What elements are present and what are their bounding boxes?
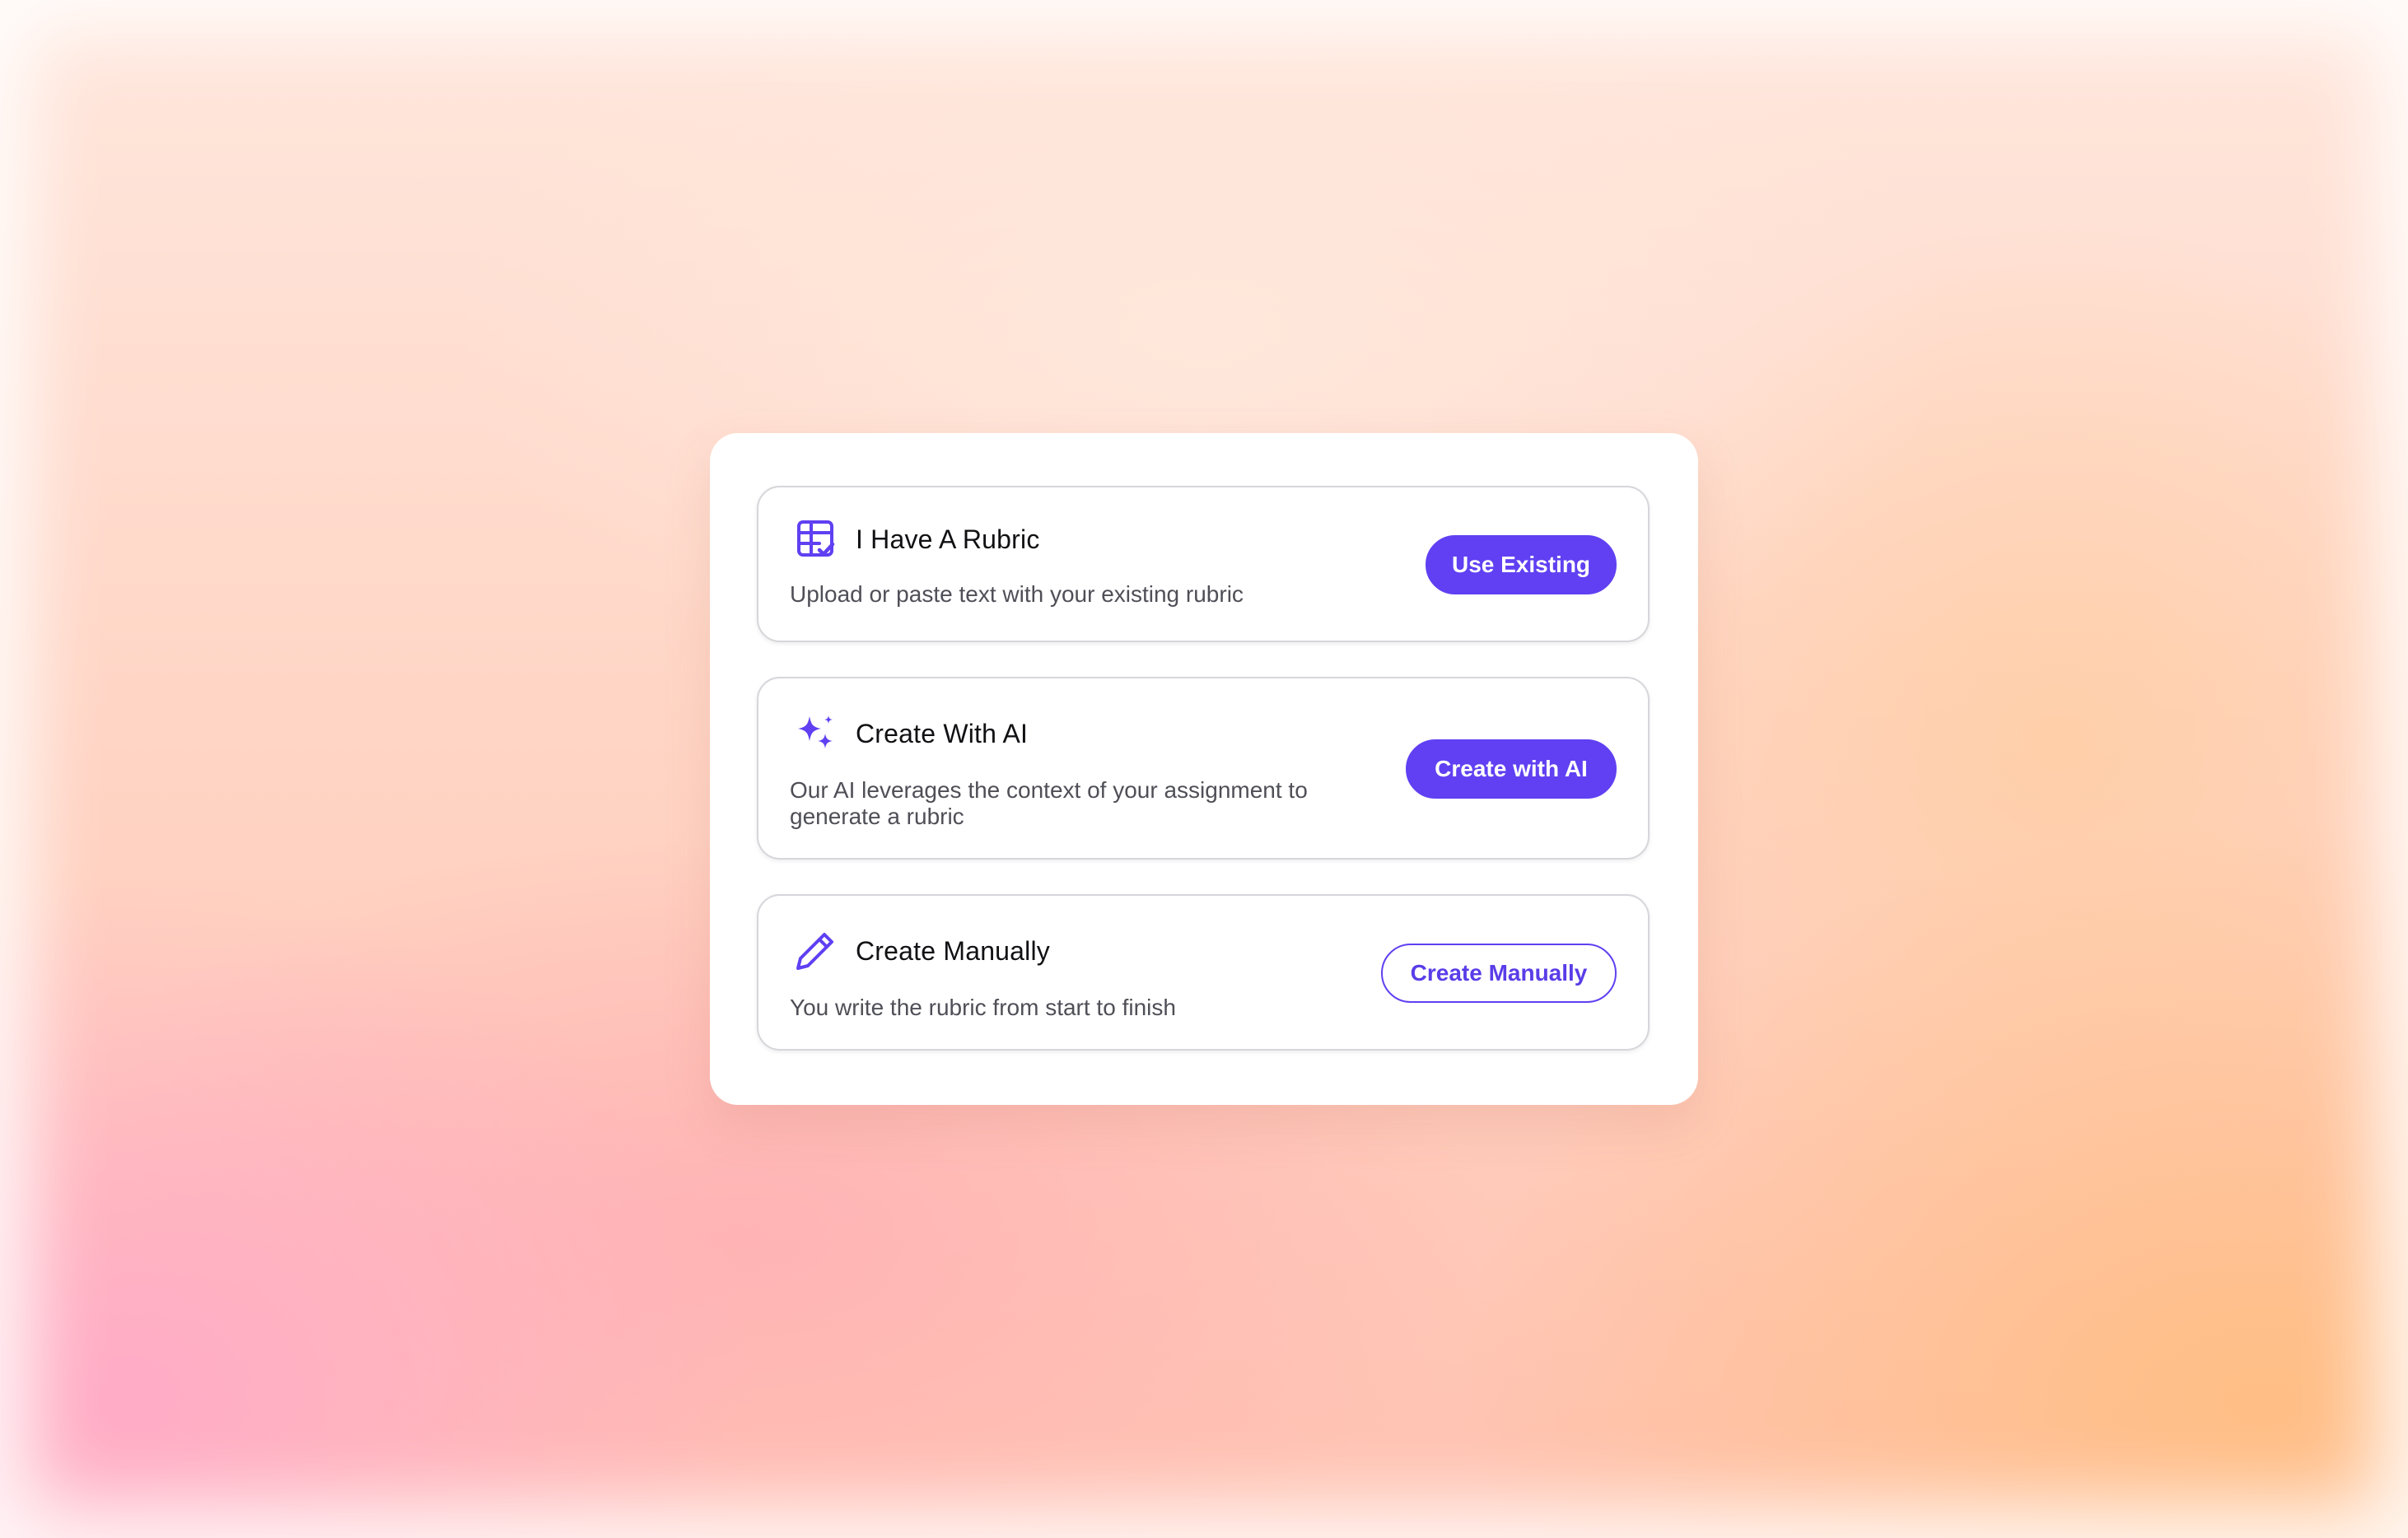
card-description: Our AI leverages the context of your ass… bbox=[790, 777, 1308, 829]
card-title: Create With AI bbox=[856, 718, 1029, 748]
option-card-existing-rubric[interactable]: I Have A Rubric Upload or paste text wit… bbox=[757, 486, 1650, 642]
create-manually-button[interactable]: Create Manually bbox=[1381, 944, 1617, 1003]
option-card-create-manually[interactable]: Create Manually You write the rubric fro… bbox=[757, 894, 1650, 1051]
rubric-checklist-icon bbox=[795, 519, 836, 560]
card-title: I Have A Rubric bbox=[856, 524, 1040, 554]
card-title-row: Create With AI bbox=[795, 713, 1028, 754]
rubric-options-panel: I Have A Rubric Upload or paste text wit… bbox=[710, 433, 1698, 1105]
pencil-icon bbox=[795, 930, 836, 972]
create-with-ai-button[interactable]: Create with AI bbox=[1406, 739, 1617, 799]
card-description: Upload or paste text with your existing … bbox=[790, 581, 1244, 607]
card-title-row: Create Manually bbox=[795, 930, 1050, 972]
use-existing-button[interactable]: Use Existing bbox=[1426, 535, 1617, 594]
card-title-row: I Have A Rubric bbox=[795, 519, 1040, 560]
sparkles-icon bbox=[795, 713, 836, 754]
option-card-create-with-ai[interactable]: Create With AI Our AI leverages the cont… bbox=[757, 677, 1650, 860]
card-description: You write the rubric from start to finis… bbox=[790, 995, 1176, 1020]
card-title: Create Manually bbox=[856, 935, 1050, 966]
